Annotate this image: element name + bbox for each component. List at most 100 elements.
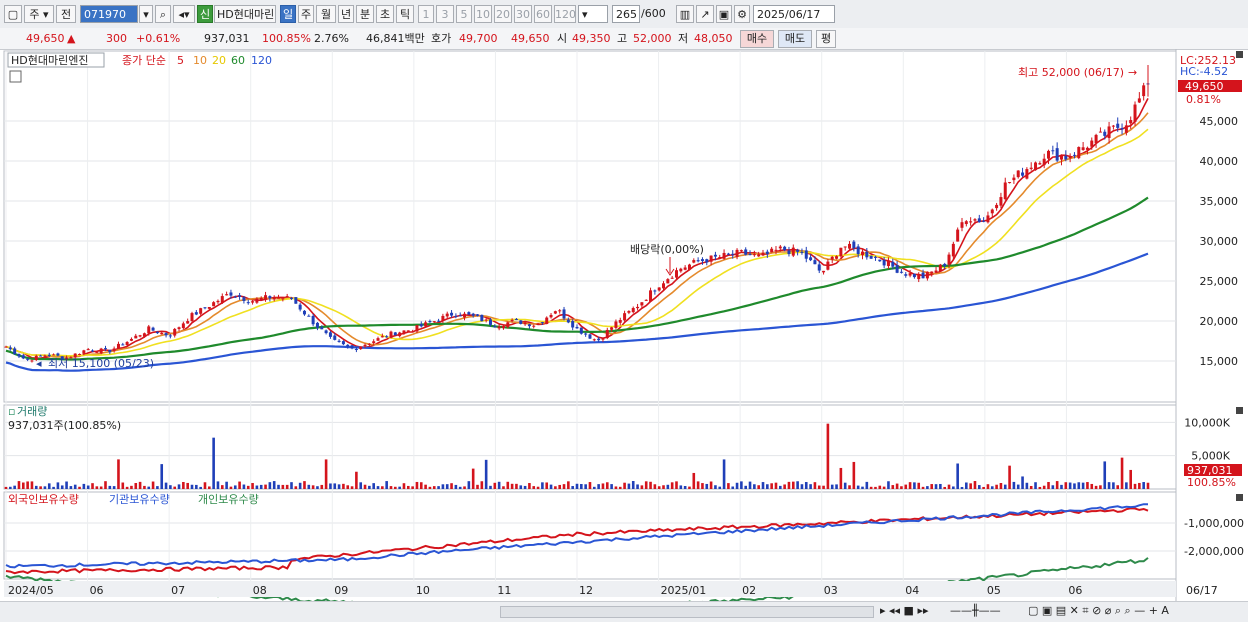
tab-second[interactable]: 초 — [376, 5, 394, 23]
tab-minute[interactable]: 분 — [356, 5, 374, 23]
ma-legend-prefix: 종가 단순 — [122, 54, 166, 67]
volume-bar — [852, 461, 856, 489]
volume-bar — [913, 482, 916, 489]
zoom-slider[interactable]: ——╫—— — [950, 604, 1001, 617]
volume-value: 937,031 — [204, 32, 250, 45]
volume-bar — [156, 486, 159, 489]
volume-bar — [532, 486, 536, 489]
volume-bar — [519, 485, 523, 489]
buy-button[interactable]: 매수 — [740, 30, 774, 48]
ma-legend-5: 5 — [177, 54, 184, 67]
price-panel[interactable] — [3, 50, 1177, 403]
interval-20[interactable]: 20 — [494, 5, 512, 23]
tab-week[interactable]: 주 — [298, 5, 314, 23]
sell-button[interactable]: 매도 — [778, 30, 812, 48]
count-input[interactable]: 265 — [612, 5, 640, 23]
candle-body — [186, 321, 190, 324]
speaker-icon[interactable]: ◂▾ — [173, 5, 195, 23]
candle-body — [354, 348, 358, 350]
volume-bar — [216, 481, 220, 489]
tab-year[interactable]: 년 — [338, 5, 354, 23]
volume-bar — [1055, 481, 1059, 489]
date-input[interactable]: 2025/06/17 — [753, 5, 835, 23]
candle-body — [52, 354, 56, 356]
bottom-tool-icons[interactable]: ▢ ▣ ▤ ✕ ⌗ ⊘ ⌀ ⌕ ⌕ — + A — [1028, 604, 1169, 618]
window-icon[interactable]: ▢ — [4, 5, 22, 23]
interval-120[interactable]: 120 — [554, 5, 576, 23]
tab-month[interactable]: 월 — [316, 5, 336, 23]
interval-10[interactable]: 10 — [474, 5, 492, 23]
volume-bar — [917, 482, 921, 489]
market-select[interactable]: 주 ▾ — [24, 5, 54, 23]
candle-body — [739, 250, 743, 252]
low-annotation: 최저 15,100 (05/23) — [48, 357, 154, 370]
chart-canvas[interactable]: 2024/05 06 07 08 09 10 11 12 2025/01 02 03 04 05 06 06… — [0, 49, 1248, 601]
candle-body — [359, 346, 363, 350]
candle-body — [285, 296, 289, 298]
interval-5[interactable]: 5 — [456, 5, 472, 23]
code-dropdown-icon[interactable]: ▾ — [139, 5, 153, 23]
price-chart-title: HD현대마린엔진 — [11, 54, 88, 67]
volume-bar — [419, 482, 423, 489]
candle-body — [1008, 182, 1012, 184]
candle-body — [367, 343, 371, 345]
volume-bar — [117, 459, 120, 489]
tab-tick[interactable]: 틱 — [396, 5, 414, 23]
interval-3[interactable]: 3 — [436, 5, 454, 23]
volume-bar — [381, 486, 384, 489]
interval-30[interactable]: 30 — [514, 5, 532, 23]
candle-body — [536, 323, 540, 325]
candle-body — [4, 346, 8, 348]
volume-bar — [82, 483, 86, 489]
volume-bar — [112, 486, 116, 489]
candle-body — [588, 334, 592, 339]
avg-button[interactable]: 평 — [816, 30, 836, 48]
volume-bar — [125, 486, 129, 489]
candle-body — [1038, 163, 1042, 165]
nav-controls[interactable]: ▸ ◂◂ ■ ▸▸ — [880, 604, 929, 617]
candle-body — [1034, 162, 1038, 171]
volume-bar — [549, 484, 553, 489]
interval-1[interactable]: 1 — [418, 5, 434, 23]
candle-icon[interactable]: ▥ — [676, 5, 694, 23]
code-input[interactable]: 071970 — [80, 5, 138, 23]
prev-button[interactable]: 전 — [56, 5, 76, 23]
candle-body — [160, 332, 164, 335]
legend-foreign: 외국인보유수량 — [8, 493, 79, 506]
candle-body — [454, 315, 458, 317]
volume-panel[interactable] — [3, 404, 1177, 490]
interval-60[interactable]: 60 — [534, 5, 552, 23]
volume-close-icon[interactable] — [1236, 407, 1243, 414]
volume-bar — [575, 483, 579, 489]
candle-body — [398, 332, 402, 337]
candle-body — [264, 295, 268, 300]
holdings-close-icon[interactable] — [1236, 494, 1243, 501]
volume-bar — [1073, 483, 1076, 489]
volume-bar — [121, 482, 125, 489]
volume-bar — [372, 483, 375, 489]
save-icon[interactable]: ▣ — [716, 5, 732, 23]
candle-body — [800, 251, 804, 253]
volume-bar — [1116, 485, 1120, 489]
search-icon[interactable]: ⌕ — [155, 5, 171, 23]
volume-bar — [1103, 461, 1107, 489]
candle-body — [190, 313, 194, 322]
scrollbar-track[interactable] — [500, 606, 874, 618]
volume-bar — [869, 486, 873, 489]
price-value: 49,650 — [26, 32, 65, 45]
stock-name[interactable]: HD현대마린 — [214, 5, 276, 23]
gear-icon[interactable]: ⚙ — [734, 5, 750, 23]
draw-icon[interactable]: ↗ — [696, 5, 714, 23]
volume-bar — [908, 482, 912, 489]
expand-icon[interactable] — [9, 70, 22, 83]
volume-bar — [636, 484, 639, 489]
candle-body — [363, 344, 367, 347]
candle-body — [1129, 120, 1133, 124]
x-tick-label: 06 — [90, 584, 104, 597]
volume-bar — [683, 486, 687, 489]
volume-bar — [999, 482, 1003, 489]
volume-bar — [1038, 486, 1042, 489]
tab-day[interactable]: 일 — [280, 5, 296, 23]
panel-close-icon[interactable] — [1236, 51, 1243, 58]
interval-custom-input[interactable]: ▾ — [578, 5, 608, 23]
